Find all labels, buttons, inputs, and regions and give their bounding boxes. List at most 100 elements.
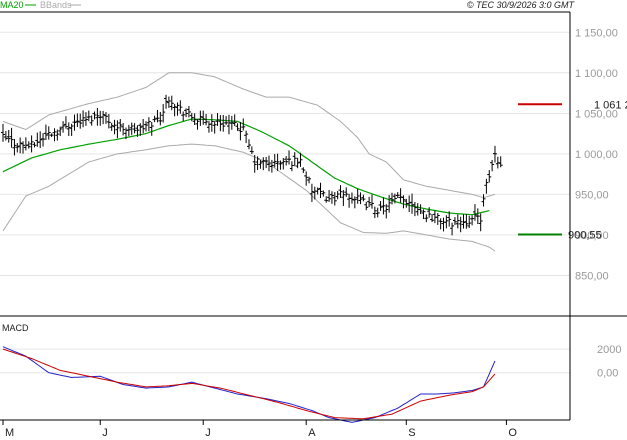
ohlc-bar [164, 94, 169, 109]
macd-grid [0, 348, 570, 374]
ohlc-bar [149, 121, 154, 136]
macd-tick-label: 0,00 [597, 368, 618, 380]
x-tick-label: A [308, 427, 316, 439]
price-tick-label: 950,00 [575, 189, 609, 201]
ohlc-bar [212, 121, 217, 134]
bb-upper-line [2, 72, 496, 199]
bbands [2, 72, 496, 252]
ohlc-bar [61, 121, 66, 133]
ohlc-bar [344, 187, 349, 197]
ohlc-bar [284, 156, 289, 166]
stock-chart: MA20 BBands © TEC 30/9/2026 3:0 GMT 1 15… [0, 0, 627, 439]
ohlc-bar [412, 201, 417, 217]
ohlc-bar [23, 137, 28, 151]
ohlc-bar [92, 111, 97, 120]
macd-line [2, 346, 496, 423]
ohlc-bar [229, 115, 234, 130]
ohlc-bar [475, 208, 480, 225]
ohlc-bar [335, 191, 340, 200]
x-tick-label: M [5, 427, 14, 439]
ohlc-bar [295, 157, 300, 169]
legend-ma20-label: MA20 [0, 0, 24, 10]
ohlc-bar [269, 159, 274, 173]
x-tick-label: J [205, 427, 211, 439]
x-tick-label: O [508, 427, 517, 439]
ohlc-bar [318, 182, 323, 199]
ohlc-bar [246, 139, 251, 150]
ohlc-bar [69, 123, 74, 136]
price-pane: 1 150,001 100,001 050,001 000,00950,0090… [0, 11, 627, 316]
macd-lines [2, 346, 496, 423]
ohlc-bar [498, 156, 503, 168]
ohlc-bar [18, 137, 23, 154]
ohlc-bar [375, 207, 380, 218]
ohlc-bar [95, 107, 100, 126]
ohlc-bar [112, 119, 117, 135]
resistance-label: 1 061 2 [594, 99, 627, 111]
ohlc-bar [35, 132, 40, 147]
ohlc-bar [26, 141, 31, 149]
legend-bbands-label: BBands [40, 0, 72, 10]
levels: 1 061 2 900,55 [518, 99, 627, 241]
macd-y-axis: 2000 0,00 [597, 344, 621, 380]
ohlc-bar [32, 142, 37, 148]
ohlc-bar [381, 197, 386, 215]
ohlc-bar [49, 133, 54, 138]
x-tick-label: J [102, 427, 108, 439]
ohlc-bar [364, 201, 369, 211]
price-tick-label: 850,00 [575, 270, 609, 282]
ohlc-bar [232, 114, 237, 126]
ohlc-bar [435, 213, 440, 225]
ohlc-bar [9, 127, 14, 148]
ohlc-bar [206, 121, 211, 133]
x-tick-label: S [408, 427, 415, 439]
ohlc-bar [450, 222, 455, 236]
macd-tick-label: 2000 [597, 344, 621, 356]
ohlc-bar [238, 121, 243, 141]
price-y-axis: 1 150,001 100,001 050,001 000,00950,0090… [575, 27, 618, 282]
ohlc-bar [289, 161, 294, 172]
ohlc-bar [387, 195, 392, 213]
ohlc-bar [495, 156, 500, 169]
ohlc-bar [304, 171, 309, 186]
ohlc-bar [43, 124, 48, 141]
ohlc-bar [424, 214, 429, 223]
macd-signal-line [2, 348, 496, 420]
copyright-label: © TEC 30/9/2026 3:0 GMT [467, 0, 576, 10]
ohlc-bar [410, 193, 415, 214]
ohlc-bar [75, 113, 80, 128]
ohlc-bar [72, 114, 77, 131]
ohlc-bar [355, 188, 360, 204]
ohlc-bar [430, 214, 435, 223]
ohlc-bar [481, 194, 486, 207]
ohlc-bar [441, 217, 446, 232]
ohlc-bar [372, 206, 377, 219]
ohlc-bar [146, 117, 151, 132]
ohlc-bar [487, 170, 492, 183]
ohlc-bar [470, 215, 475, 226]
ohlc-bar [467, 215, 472, 229]
ohlc-bar [1, 123, 5, 142]
ohlc-bar [484, 178, 489, 194]
ohlc-bar [15, 142, 20, 153]
ohlc-bars [1, 94, 503, 236]
ohlc-bar [490, 160, 495, 172]
ohlc-bar [152, 115, 157, 123]
ohlc-bar [172, 103, 177, 117]
ohlc-bar [195, 119, 200, 130]
price-grid [0, 31, 570, 276]
ohlc-bar [83, 112, 88, 126]
ohlc-bar [63, 116, 68, 129]
macd-title: MACD [2, 323, 29, 333]
ohlc-bar [141, 118, 146, 134]
ohlc-bar [235, 123, 240, 131]
support-label: 900,55 [568, 229, 602, 241]
ohlc-bar [261, 157, 266, 171]
ohlc-bar [118, 119, 123, 132]
ohlc-bar [209, 114, 214, 132]
ohlc-bar [218, 115, 223, 132]
ohlc-bar [275, 153, 280, 171]
ohlc-bar [178, 100, 183, 114]
price-tick-label: 1 100,00 [575, 68, 618, 80]
ohlc-bar [407, 195, 412, 213]
